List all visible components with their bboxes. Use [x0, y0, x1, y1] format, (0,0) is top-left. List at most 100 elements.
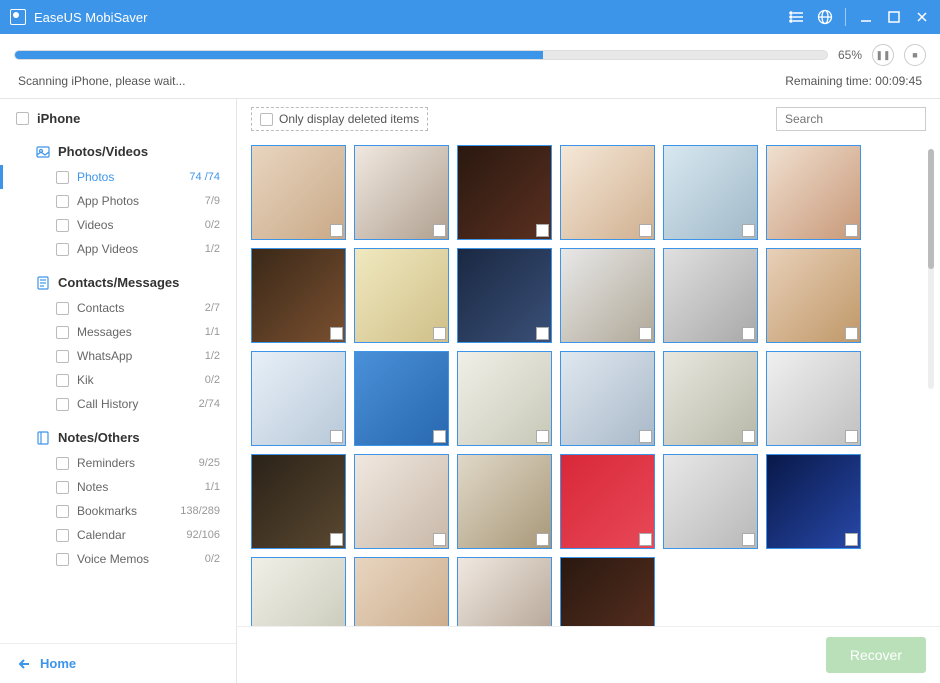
- thumb-checkbox[interactable]: [742, 533, 755, 546]
- photo-thumbnail[interactable]: [457, 145, 552, 240]
- photo-thumbnail[interactable]: [663, 248, 758, 343]
- item-checkbox[interactable]: [56, 398, 69, 411]
- item-checkbox[interactable]: [56, 219, 69, 232]
- recover-button[interactable]: Recover: [826, 637, 926, 673]
- photo-thumbnail[interactable]: [354, 557, 449, 626]
- photo-thumbnail[interactable]: [663, 351, 758, 446]
- thumb-checkbox[interactable]: [330, 533, 343, 546]
- globe-icon[interactable]: [817, 9, 833, 25]
- thumb-checkbox[interactable]: [433, 533, 446, 546]
- photo-thumbnail[interactable]: [251, 145, 346, 240]
- sidebar-item-reminders[interactable]: Reminders9/25: [0, 451, 236, 475]
- thumb-checkbox[interactable]: [330, 327, 343, 340]
- sidebar-item-app-photos[interactable]: App Photos7/9: [0, 189, 236, 213]
- device-checkbox[interactable]: [16, 112, 29, 125]
- photo-thumbnail[interactable]: [354, 248, 449, 343]
- scrollbar[interactable]: [928, 149, 934, 389]
- item-checkbox[interactable]: [56, 171, 69, 184]
- photo-thumbnail[interactable]: [354, 351, 449, 446]
- item-checkbox[interactable]: [56, 374, 69, 387]
- thumb-checkbox[interactable]: [845, 224, 858, 237]
- progress-percent: 65%: [838, 48, 862, 62]
- thumb-checkbox[interactable]: [433, 327, 446, 340]
- stop-button[interactable]: ■: [904, 44, 926, 66]
- photo-thumbnail[interactable]: [560, 454, 655, 549]
- item-checkbox[interactable]: [56, 529, 69, 542]
- photo-thumbnail[interactable]: [766, 248, 861, 343]
- item-checkbox[interactable]: [56, 457, 69, 470]
- sidebar-item-contacts[interactable]: Contacts2/7: [0, 296, 236, 320]
- photo-thumbnail[interactable]: [560, 248, 655, 343]
- thumb-checkbox[interactable]: [330, 430, 343, 443]
- item-label: Messages: [77, 325, 197, 339]
- thumb-checkbox[interactable]: [330, 224, 343, 237]
- photo-thumbnail[interactable]: [766, 351, 861, 446]
- item-label: Call History: [77, 397, 191, 411]
- sidebar-item-kik[interactable]: Kik0/2: [0, 368, 236, 392]
- thumb-checkbox[interactable]: [639, 327, 652, 340]
- thumb-checkbox[interactable]: [433, 430, 446, 443]
- sidebar-item-calendar[interactable]: Calendar92/106: [0, 523, 236, 547]
- photo-thumbnail[interactable]: [560, 351, 655, 446]
- filter-checkbox[interactable]: [260, 113, 273, 126]
- thumb-checkbox[interactable]: [639, 224, 652, 237]
- home-label: Home: [40, 656, 76, 671]
- photo-thumbnail[interactable]: [251, 351, 346, 446]
- photo-thumbnail[interactable]: [766, 145, 861, 240]
- thumb-checkbox[interactable]: [639, 533, 652, 546]
- sidebar-item-messages[interactable]: Messages1/1: [0, 320, 236, 344]
- photo-thumbnail[interactable]: [251, 454, 346, 549]
- photo-thumbnail[interactable]: [457, 351, 552, 446]
- photo-thumbnail[interactable]: [663, 454, 758, 549]
- thumb-checkbox[interactable]: [845, 430, 858, 443]
- item-checkbox[interactable]: [56, 553, 69, 566]
- thumb-checkbox[interactable]: [742, 327, 755, 340]
- sidebar-item-videos[interactable]: Videos0/2: [0, 213, 236, 237]
- thumb-checkbox[interactable]: [845, 533, 858, 546]
- maximize-icon[interactable]: [886, 9, 902, 25]
- pause-button[interactable]: ❚❚: [872, 44, 894, 66]
- home-link[interactable]: Home: [18, 656, 218, 671]
- filter-deleted-toggle[interactable]: Only display deleted items: [251, 107, 428, 131]
- item-checkbox[interactable]: [56, 505, 69, 518]
- thumb-checkbox[interactable]: [536, 327, 549, 340]
- item-checkbox[interactable]: [56, 481, 69, 494]
- thumb-checkbox[interactable]: [742, 430, 755, 443]
- close-icon[interactable]: [914, 9, 930, 25]
- app-title: EaseUS MobiSaver: [34, 10, 147, 25]
- sidebar-item-photos[interactable]: Photos74 /74: [0, 165, 236, 189]
- thumb-checkbox[interactable]: [536, 430, 549, 443]
- thumb-checkbox[interactable]: [536, 224, 549, 237]
- thumb-checkbox[interactable]: [639, 430, 652, 443]
- sidebar-item-whatsapp[interactable]: WhatsApp1/2: [0, 344, 236, 368]
- photo-thumbnail[interactable]: [560, 145, 655, 240]
- photo-thumbnail[interactable]: [457, 248, 552, 343]
- item-checkbox[interactable]: [56, 195, 69, 208]
- photo-thumbnail[interactable]: [457, 557, 552, 626]
- minimize-icon[interactable]: [858, 9, 874, 25]
- sidebar-item-voice-memos[interactable]: Voice Memos0/2: [0, 547, 236, 571]
- list-icon[interactable]: [789, 9, 805, 25]
- photo-thumbnail[interactable]: [354, 145, 449, 240]
- sidebar-item-notes[interactable]: Notes1/1: [0, 475, 236, 499]
- photo-thumbnail[interactable]: [663, 145, 758, 240]
- thumb-checkbox[interactable]: [742, 224, 755, 237]
- sidebar-item-app-videos[interactable]: App Videos1/2: [0, 237, 236, 261]
- photo-thumbnail[interactable]: [457, 454, 552, 549]
- search-input[interactable]: [776, 107, 926, 131]
- thumb-checkbox[interactable]: [536, 533, 549, 546]
- photo-thumbnail[interactable]: [354, 454, 449, 549]
- device-label: iPhone: [37, 111, 80, 126]
- item-checkbox[interactable]: [56, 326, 69, 339]
- photo-thumbnail[interactable]: [560, 557, 655, 626]
- item-checkbox[interactable]: [56, 350, 69, 363]
- item-checkbox[interactable]: [56, 302, 69, 315]
- sidebar-item-bookmarks[interactable]: Bookmarks138/289: [0, 499, 236, 523]
- photo-thumbnail[interactable]: [251, 557, 346, 626]
- thumb-checkbox[interactable]: [845, 327, 858, 340]
- photo-thumbnail[interactable]: [251, 248, 346, 343]
- thumb-checkbox[interactable]: [433, 224, 446, 237]
- item-checkbox[interactable]: [56, 243, 69, 256]
- photo-thumbnail[interactable]: [766, 454, 861, 549]
- sidebar-item-call-history[interactable]: Call History2/74: [0, 392, 236, 416]
